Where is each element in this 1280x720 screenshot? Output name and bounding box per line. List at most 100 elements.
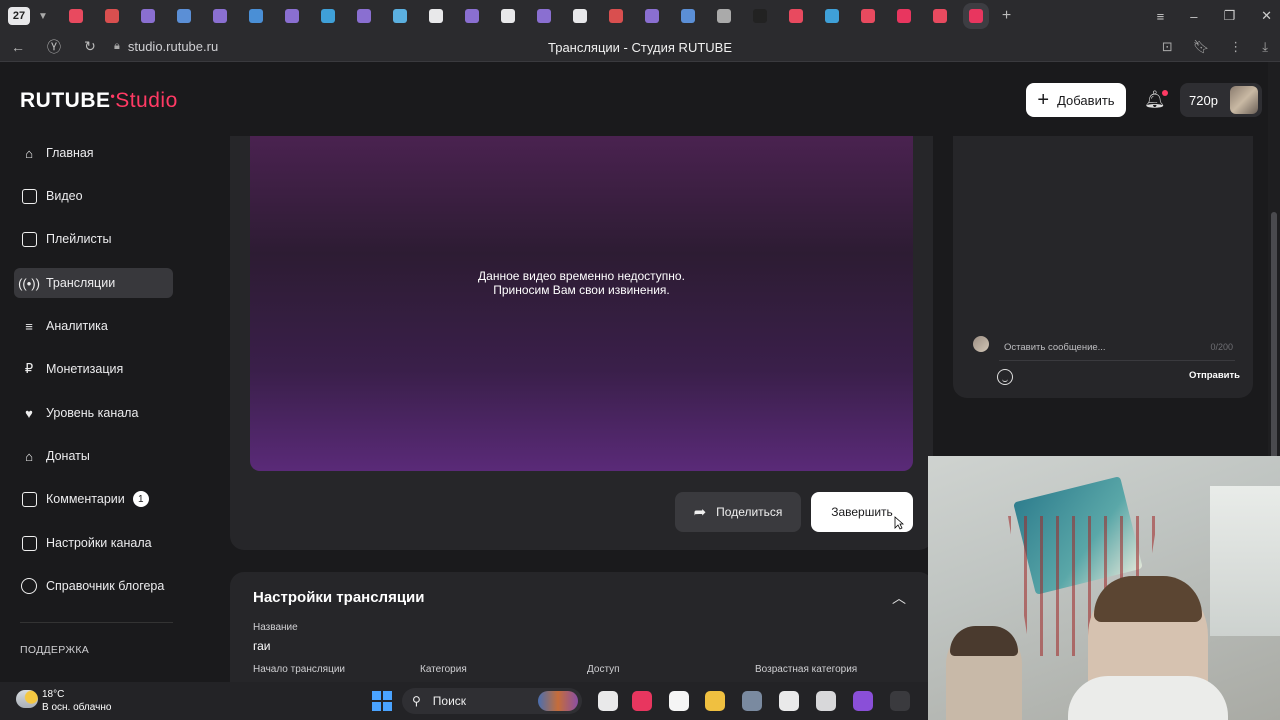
browser-tab-favicon-icon[interactable] (680, 9, 695, 23)
more-icon[interactable]: ⋮ (1229, 39, 1242, 55)
browser-tab-favicon-icon[interactable] (140, 9, 155, 23)
task-view-icon[interactable] (598, 691, 618, 711)
browser-tab-favicon-icon[interactable] (284, 9, 299, 23)
browser-tab-favicon-icon[interactable] (644, 9, 659, 23)
comments-icon (20, 490, 38, 508)
reload-icon[interactable]: ↻ (72, 38, 108, 55)
menu-icon[interactable]: ≡ (1157, 9, 1165, 24)
browser-tab-favicon-icon[interactable] (176, 9, 191, 23)
tabs-dropdown-icon[interactable]: ▼ (38, 11, 48, 22)
yandex-browser-icon[interactable] (669, 691, 689, 711)
browser-tab-favicon-icon[interactable] (536, 9, 551, 23)
sidebar-item-label: Видео (46, 189, 83, 203)
browser-tab-favicon-icon[interactable] (716, 9, 731, 23)
media-player-icon[interactable] (816, 691, 836, 711)
collapse-chevron-icon[interactable]: ︿ (892, 588, 906, 608)
browser-tab-favicon-icon[interactable] (68, 9, 83, 23)
sidebar-item-home[interactable]: ⌂ Главная (14, 138, 173, 168)
sidebar-item-channel-settings[interactable]: Настройки канала (14, 528, 173, 558)
browser-tab-favicon-icon[interactable] (464, 9, 479, 23)
new-tab-icon[interactable]: + (1002, 7, 1011, 25)
sidebar-item-donations[interactable]: ⌂ Донаты (14, 441, 173, 471)
chat-user-avatar (973, 336, 989, 352)
chat-input-underline (999, 360, 1235, 361)
tab-list (58, 9, 994, 23)
logo-main: RUTUBE (20, 89, 111, 112)
rutube-studio-logo[interactable]: RUTUBE•Studio (20, 89, 178, 113)
bookmark-icon[interactable]: 🔖︎ (1193, 39, 1210, 55)
share-icon: ➦ (693, 504, 707, 521)
webcam-overlay (928, 456, 1280, 720)
settings-app-icon[interactable] (742, 691, 762, 711)
sidebar-item-monetization[interactable]: ₽ Монетизация (14, 354, 173, 384)
lock-icon[interactable]: 🔒︎ (114, 40, 120, 53)
video-player[interactable]: Данное видео временно недоступно. Принос… (250, 136, 913, 471)
sidebar-item-label: Трансляции (46, 276, 116, 290)
browser-tab-favicon-icon[interactable] (608, 9, 623, 23)
browser-tab-favicon-icon[interactable] (392, 9, 407, 23)
windows-start-icon[interactable] (372, 691, 392, 711)
help-icon (20, 577, 38, 595)
sidebar-item-playlists[interactable]: Плейлисты (14, 224, 173, 254)
browser-tab-favicon-icon[interactable] (212, 9, 227, 23)
name-value[interactable]: гаи (253, 639, 271, 653)
sidebar-item-blogger-guide[interactable]: Справочник блогера (14, 571, 173, 601)
app-icon[interactable] (853, 691, 873, 711)
close-icon[interactable]: ✕ (1261, 8, 1272, 24)
capcut-icon[interactable] (779, 691, 799, 711)
settings-title: Настройки трансляции (253, 589, 425, 606)
address-bar-actions: ⊡ 🔖︎ ⋮ ⤓ (1162, 32, 1268, 62)
add-button[interactable]: + Добавить (1026, 83, 1126, 117)
weather-icon[interactable] (16, 690, 38, 708)
sidebar-item-video[interactable]: Видео (14, 181, 173, 211)
quality-label: 720p (1189, 92, 1218, 108)
browser-tab-favicon-icon[interactable] (248, 9, 263, 23)
emoji-icon[interactable] (997, 369, 1013, 385)
send-button[interactable]: Отправить (1189, 370, 1240, 381)
download-icon[interactable]: ⤓ (1262, 39, 1268, 55)
sidebar-item-comments[interactable]: Комментарии 1 (14, 484, 173, 514)
browser-tab-favicon-icon[interactable] (572, 9, 587, 23)
heart-app-icon[interactable] (632, 691, 652, 711)
url-text[interactable]: studio.rutube.ru (128, 39, 218, 54)
home-icon: ⌂ (25, 145, 33, 161)
file-explorer-icon[interactable] (705, 691, 725, 711)
yandex-icon[interactable]: Ⓨ (36, 37, 72, 57)
weather-widget[interactable]: 18°C В осн. облачно (42, 688, 111, 714)
profile-quality-pill[interactable]: 720p (1180, 83, 1262, 117)
scroll-thumb[interactable] (1271, 212, 1277, 462)
restore-icon[interactable]: ❐ (1223, 8, 1235, 24)
finish-button-label: Завершить (831, 505, 893, 519)
chat-message-input[interactable]: Оставить сообщение... (1004, 342, 1106, 353)
notifications-bell-icon[interactable]: 🔔︎ (1144, 90, 1168, 110)
recorder-app-icon[interactable] (890, 691, 910, 711)
browser-tab-favicon-icon[interactable] (500, 9, 515, 23)
message-line-1: Данное видео временно недоступно. (478, 269, 685, 283)
reader-icon[interactable]: ⊡ (1162, 39, 1173, 55)
browser-tab-favicon-icon[interactable] (788, 9, 803, 23)
ruble-icon: ₽ (24, 361, 34, 376)
tab-counter[interactable]: 27 (8, 7, 30, 25)
browser-tab-favicon-icon[interactable] (824, 9, 839, 23)
add-button-label: Добавить (1057, 92, 1115, 108)
back-icon[interactable]: ← (0, 39, 36, 55)
browser-tab-favicon-icon[interactable] (104, 9, 119, 23)
chat-panel: Оставить сообщение... 0/200 Отправить (953, 136, 1253, 398)
sidebar-item-channel-level[interactable]: ♥ Уровень канала (14, 398, 173, 428)
age-category-label: Возрастная категория (755, 664, 858, 675)
browser-tab-favicon-icon[interactable] (356, 9, 371, 23)
browser-tab-favicon-icon[interactable] (320, 9, 335, 23)
browser-tab-favicon-icon[interactable] (752, 9, 767, 23)
browser-tab-favicon-icon[interactable] (896, 9, 911, 23)
sidebar-item-analytics[interactable]: ≡ Аналитика (14, 311, 173, 341)
browser-tab-favicon-icon[interactable] (932, 9, 947, 23)
minimize-icon[interactable]: – (1190, 9, 1197, 24)
avatar[interactable] (1230, 86, 1258, 114)
browser-tab-favicon-icon[interactable] (968, 9, 983, 23)
browser-tab-favicon-icon[interactable] (860, 9, 875, 23)
browser-tab-favicon-icon[interactable] (428, 9, 443, 23)
share-button[interactable]: ➦ Поделиться (675, 492, 801, 532)
sidebar-item-broadcasts[interactable]: ((•)) Трансляции (14, 268, 173, 298)
taskbar-search[interactable]: ⚲ Поиск (402, 688, 582, 714)
message-line-2: Приносим Вам свои извинения. (493, 283, 670, 297)
